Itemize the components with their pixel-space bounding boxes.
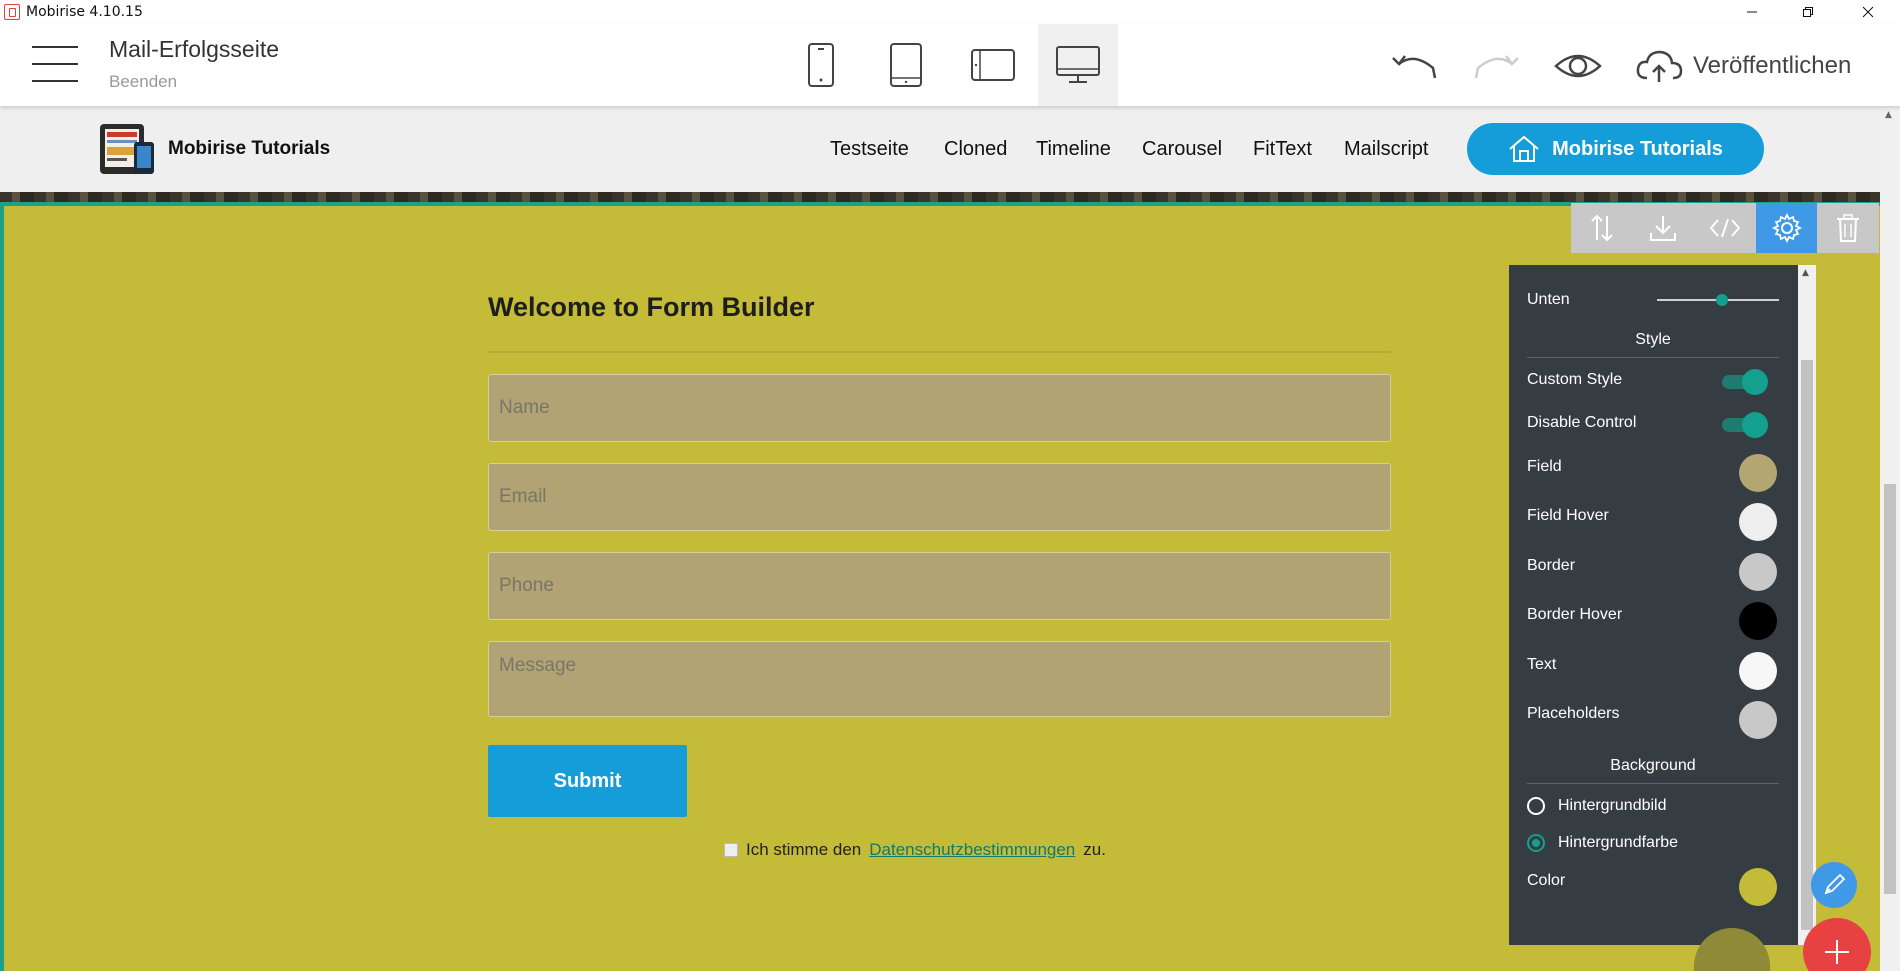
menu-icon[interactable] xyxy=(32,46,78,82)
maximize-button[interactable] xyxy=(1780,0,1836,24)
move-block-icon[interactable] xyxy=(1571,203,1633,253)
undo-icon[interactable] xyxy=(1389,46,1439,86)
editor-canvas: Mobirise Tutorials Testseite Cloned Time… xyxy=(0,106,1880,971)
block-toolbar xyxy=(1571,203,1879,253)
app-header: Mail-Erfolgsseite Beenden Veröffentliche… xyxy=(0,24,1900,106)
site-navbar: Mobirise Tutorials Testseite Cloned Time… xyxy=(0,106,1880,192)
preview-eye-icon[interactable] xyxy=(1553,46,1603,86)
window-titlebar: Mobirise 4.10.15 xyxy=(0,0,1900,24)
tablet-landscape-icon[interactable] xyxy=(953,24,1033,106)
bg-image-label[interactable]: Hintergrundbild xyxy=(1558,797,1667,815)
text-color-swatch[interactable] xyxy=(1739,652,1777,690)
nav-link-fittext[interactable]: FitText xyxy=(1253,138,1312,161)
edit-style-button[interactable] xyxy=(1811,862,1857,908)
panel-scroll-up-icon[interactable]: ▲ xyxy=(1802,268,1809,278)
bg-color-label[interactable]: Hintergrundfarbe xyxy=(1558,834,1678,852)
gear-icon[interactable] xyxy=(1755,203,1818,253)
canvas-scroll-up-icon[interactable]: ▲ xyxy=(1885,110,1892,120)
download-block-icon[interactable] xyxy=(1633,203,1695,253)
page-subtitle[interactable]: Beenden xyxy=(109,72,177,92)
desktop-icon[interactable] xyxy=(1038,24,1118,106)
nav-link-carousel[interactable]: Carousel xyxy=(1142,138,1222,161)
panel-bottom-label: Unten xyxy=(1527,291,1570,308)
field-hover-color-label: Field Hover xyxy=(1527,507,1609,524)
field-color-label: Field xyxy=(1527,458,1562,475)
redo-icon[interactable] xyxy=(1472,46,1522,86)
nav-link-timeline[interactable]: Timeline xyxy=(1036,138,1111,161)
style-section-divider xyxy=(1527,357,1779,358)
disable-control-toggle[interactable] xyxy=(1722,412,1768,438)
nav-cta-label: Mobirise Tutorials xyxy=(1552,137,1723,160)
consent-checkbox[interactable] xyxy=(724,843,738,857)
custom-style-toggle[interactable] xyxy=(1722,369,1768,395)
placeholders-color-label: Placeholders xyxy=(1527,705,1620,722)
email-input[interactable]: Email xyxy=(488,463,1391,531)
border-color-label: Border xyxy=(1527,557,1576,574)
border-hover-color-swatch[interactable] xyxy=(1739,602,1777,640)
bg-image-radio[interactable] xyxy=(1527,797,1545,815)
brush-icon xyxy=(1824,873,1846,895)
custom-style-label: Custom Style xyxy=(1527,371,1623,388)
field-hover-color-swatch[interactable] xyxy=(1739,503,1777,541)
consent-suffix: zu. xyxy=(1083,840,1106,859)
field-color-swatch[interactable] xyxy=(1739,454,1777,492)
plus-icon xyxy=(1825,940,1849,964)
message-textarea[interactable]: Message xyxy=(488,641,1391,717)
border-color-swatch[interactable] xyxy=(1739,553,1777,591)
canvas-scroll-thumb[interactable] xyxy=(1884,484,1896,894)
border-hover-color-label: Border Hover xyxy=(1527,606,1623,623)
canvas-scrollbar[interactable]: ▲ xyxy=(1880,106,1900,971)
nav-cta-button[interactable]: Mobirise Tutorials xyxy=(1467,123,1764,175)
site-logo[interactable] xyxy=(98,120,158,178)
color-label: Color xyxy=(1527,872,1566,889)
page-title[interactable]: Mail-Erfolgsseite xyxy=(109,36,279,63)
background-section-divider xyxy=(1527,783,1779,784)
bg-color-swatch[interactable] xyxy=(1739,868,1777,906)
app-icon xyxy=(4,4,20,20)
name-input[interactable]: Name xyxy=(488,374,1391,442)
minimize-button[interactable] xyxy=(1724,0,1780,24)
disable-control-label: Disable Control xyxy=(1527,414,1637,431)
window-title: Mobirise 4.10.15 xyxy=(26,4,143,20)
panel-scrollbar[interactable]: ▲ xyxy=(1798,265,1816,945)
form-divider xyxy=(488,351,1391,353)
consent-row: Ich stimme den Datenschutzbestimmungen z… xyxy=(724,840,1106,860)
text-color-label: Text xyxy=(1527,656,1557,673)
home-icon xyxy=(1509,135,1539,162)
panel-scroll-thumb[interactable] xyxy=(1801,360,1813,930)
privacy-link[interactable]: Datenschutzbestimmungen xyxy=(869,840,1075,860)
hero-image-strip xyxy=(0,192,1880,202)
publish-button[interactable]: Veröffentlichen xyxy=(1693,52,1851,80)
phone-icon[interactable] xyxy=(781,24,861,106)
block-settings-panel: Unten Style Custom Style Disable Control… xyxy=(1509,265,1798,945)
phone-input[interactable]: Phone xyxy=(488,552,1391,620)
trash-icon[interactable] xyxy=(1817,203,1879,253)
bg-color-radio[interactable] xyxy=(1527,834,1545,852)
submit-button[interactable]: Submit xyxy=(488,745,687,817)
code-editor-icon[interactable] xyxy=(1694,203,1756,253)
style-section-title: Style xyxy=(1635,331,1671,348)
background-section-title: Background xyxy=(1610,757,1696,774)
placeholders-color-swatch[interactable] xyxy=(1739,701,1777,739)
tablet-icon[interactable] xyxy=(866,24,946,106)
consent-prefix: Ich stimme den xyxy=(746,840,862,859)
bottom-padding-slider-knob[interactable] xyxy=(1716,294,1728,306)
nav-link-testseite[interactable]: Testseite xyxy=(830,138,909,161)
form-heading[interactable]: Welcome to Form Builder xyxy=(488,292,815,323)
nav-link-mailscript[interactable]: Mailscript xyxy=(1344,138,1428,161)
nav-link-cloned[interactable]: Cloned xyxy=(944,138,1007,161)
close-button[interactable] xyxy=(1840,0,1896,24)
site-brand[interactable]: Mobirise Tutorials xyxy=(168,138,330,160)
cloud-upload-icon[interactable] xyxy=(1634,46,1684,86)
